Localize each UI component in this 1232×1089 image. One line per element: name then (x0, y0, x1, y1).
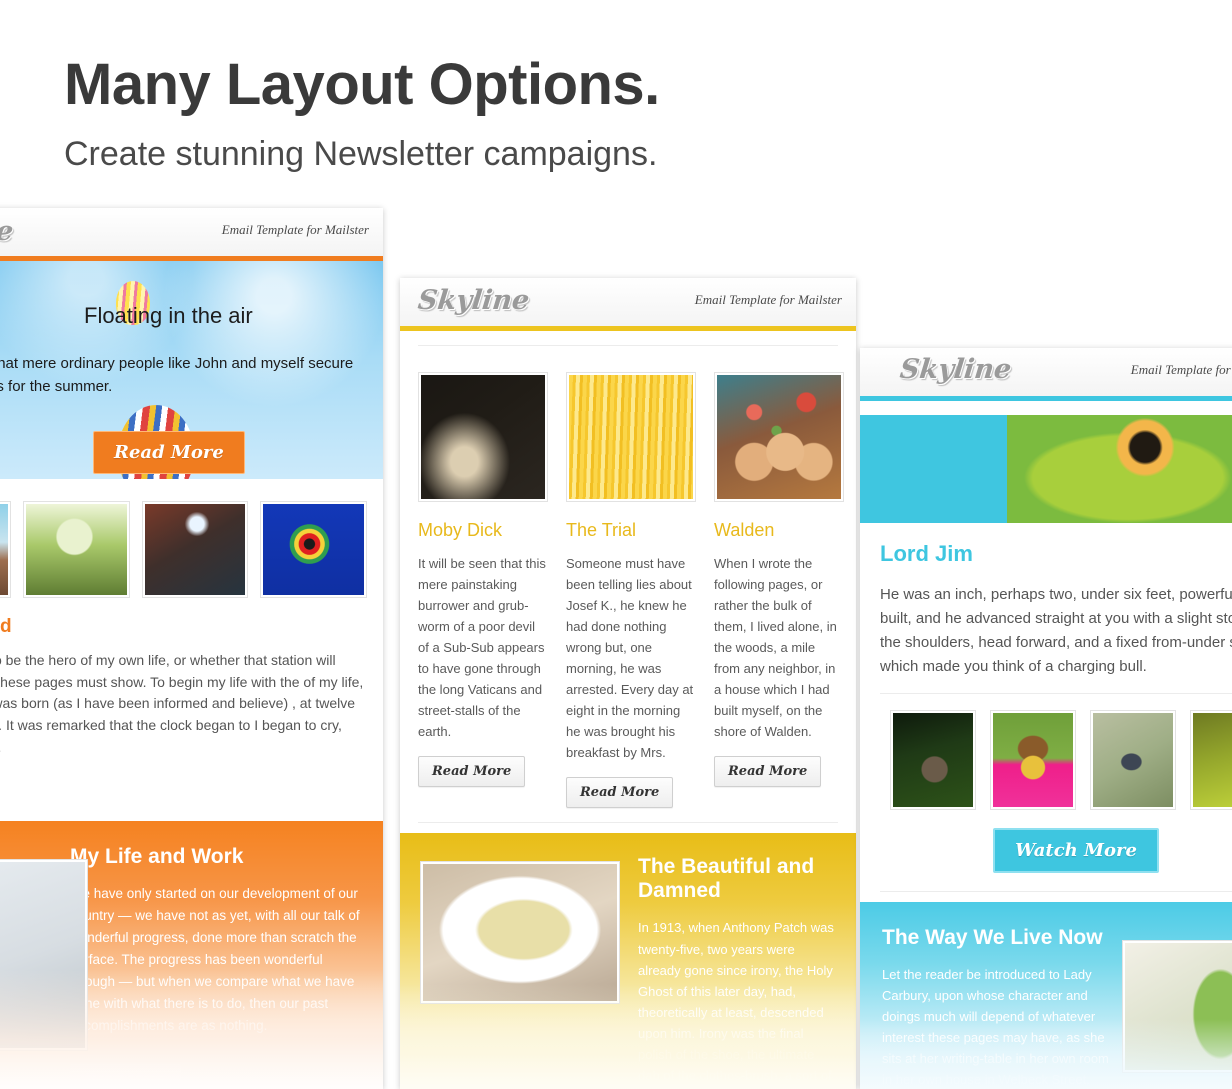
column-image[interactable] (714, 372, 844, 502)
thumbnail[interactable] (1190, 710, 1232, 810)
column-title: Walden (714, 520, 775, 540)
hero-text: very seldom that mere ordinary people li… (0, 355, 354, 395)
thumbnail-strip (0, 479, 383, 610)
article-text: shall turn out to be the hero of my own … (0, 652, 364, 755)
article-block: Lord Jim He was an inch, perhaps two, un… (860, 523, 1232, 693)
thumbnail-strip (860, 694, 1232, 818)
column-text: Someone must have been telling lies abou… (566, 556, 694, 761)
read-more-button[interactable]: Read More (70, 1063, 182, 1089)
feature-title: The Way We Live Now (882, 926, 1103, 949)
hero-title: Floating in the air (84, 303, 253, 328)
thumbnail[interactable] (990, 710, 1076, 810)
article-block: Copperfield shall turn out to be the her… (0, 610, 383, 821)
read-more-button[interactable]: Read More (93, 431, 245, 474)
feature-text: Let the reader be introduced to Lady Car… (882, 967, 1109, 1088)
skyline-logo: Skyline (898, 354, 1013, 385)
column-item: Moby Dick It will be seen that this mere… (418, 372, 548, 808)
skyline-logo: Skyline (0, 216, 15, 247)
column-image[interactable] (418, 372, 548, 502)
feature-image (0, 859, 88, 1052)
template-card-orange[interactable]: Skyline Email Template for Mailster Floa… (0, 208, 383, 1089)
feature-text: We have only started on our development … (70, 886, 360, 1033)
feature-block-yellow: The Beautiful and Damned In 1913, when A… (400, 833, 856, 1089)
column-text: It will be seen that this mere painstaki… (418, 556, 546, 740)
feature-block-orange: My Life and Work We have only started on… (0, 821, 383, 1089)
thumbnail[interactable] (890, 710, 976, 810)
thumbnail[interactable] (141, 501, 249, 598)
feature-title: My Life and Work (70, 845, 244, 869)
skyline-logo: Skyline (416, 285, 531, 316)
watch-more-button[interactable]: Watch More (993, 828, 1159, 873)
read-more-button[interactable]: Read More (418, 756, 526, 788)
card-brand-bar: Skyline Email Template for Mailster (860, 348, 1232, 396)
thumbnail[interactable] (260, 501, 367, 598)
divider (880, 891, 1232, 892)
feature-image (420, 861, 620, 1005)
page-root: Many Layout Options. Create stunning New… (0, 0, 1232, 1089)
page-title: Many Layout Options. (64, 52, 660, 117)
watch-more-row: Watch More (860, 818, 1232, 891)
brand-tagline: Email Template for Mailster (694, 292, 842, 307)
thumbnail[interactable] (1090, 710, 1176, 810)
column-item: The Trial Someone must have been telling… (566, 372, 696, 809)
read-more-button[interactable]: Read More (714, 756, 822, 788)
template-card-yellow[interactable]: Skyline Email Template for Mailster Moby… (400, 278, 856, 1089)
thumbnail[interactable] (0, 501, 11, 598)
feature-text: In 1913, when Anthony Patch was twenty-f… (638, 920, 834, 1089)
article-title: Lord Jim (880, 541, 973, 566)
column-item: Walden When I wrote the following pages,… (714, 372, 844, 808)
column-text: When I wrote the following pages, or rat… (714, 556, 837, 740)
feature-image (1122, 940, 1232, 1073)
page-header: Many Layout Options. Create stunning New… (64, 56, 660, 173)
thumbnail[interactable] (22, 501, 130, 598)
article-text: He was an inch, perhaps two, under six f… (880, 586, 1232, 675)
brand-tagline: Email Template for Mailster (1130, 362, 1232, 377)
feature-title: The Beautiful and Damned (638, 855, 815, 903)
read-more-button[interactable]: Read More (566, 777, 674, 809)
template-card-cyan[interactable]: Skyline Email Template for Mailster Lord… (860, 348, 1232, 1089)
article-title: Copperfield (0, 616, 12, 637)
three-column-grid: Moby Dick It will be seen that this mere… (400, 346, 856, 818)
accent-rule (860, 396, 1232, 401)
hero-banner: Floating in the air very seldom that mer… (0, 261, 383, 479)
card-brand-bar: Skyline Email Template for Mailster (400, 278, 856, 326)
hero-banner (860, 415, 1232, 523)
card-brand-bar: Skyline Email Template for Mailster (0, 208, 383, 256)
feature-block-cyan: The Way We Live Now Let the reader be in… (860, 902, 1232, 1089)
column-title: Moby Dick (418, 520, 503, 540)
divider (418, 822, 838, 824)
column-title: The Trial (566, 520, 637, 540)
brand-tagline: Email Template for Mailster (221, 222, 369, 237)
column-image[interactable] (566, 372, 696, 502)
page-subtitle: Create stunning Newsletter campaigns. (64, 135, 658, 173)
